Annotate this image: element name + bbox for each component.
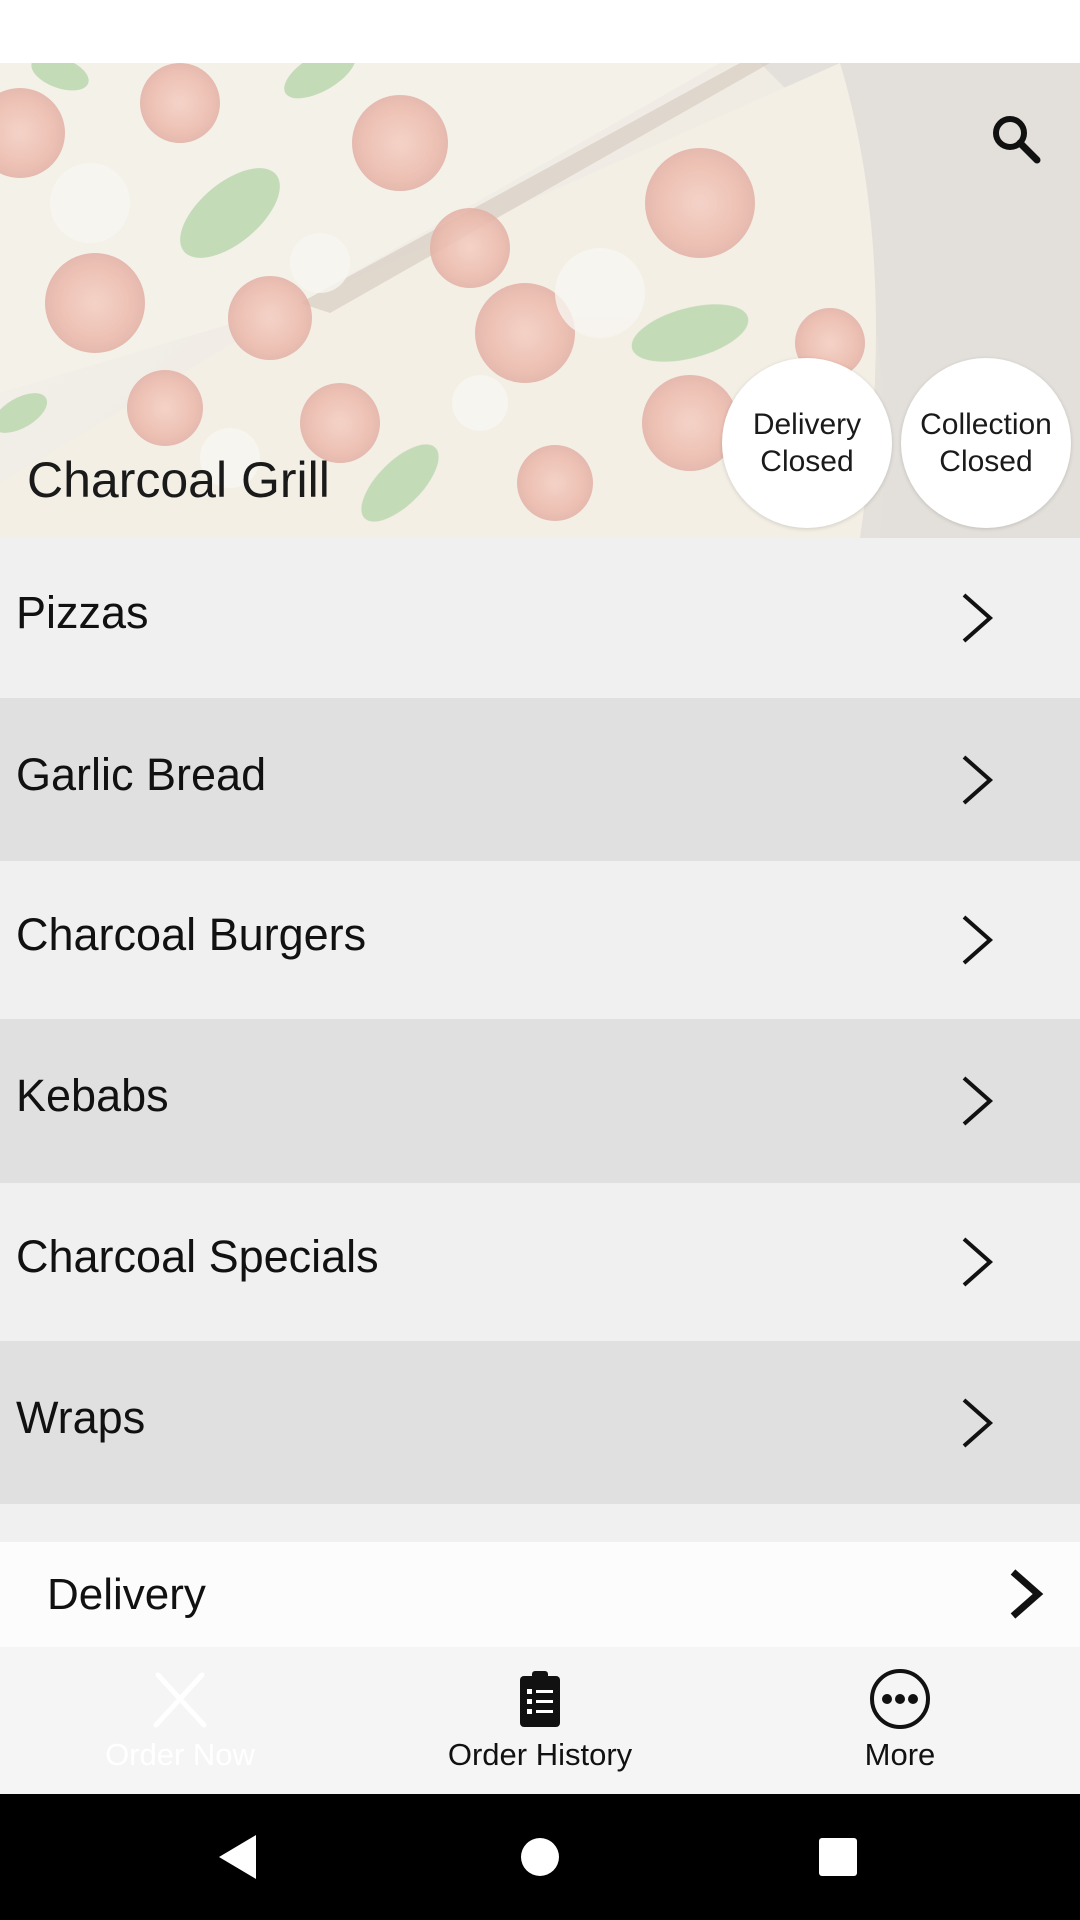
nav-home-button[interactable] [512,1829,568,1885]
search-icon [993,116,1041,164]
menu-item-label: Garlic Bread [16,748,267,800]
restaurant-name: Charcoal Grill [27,452,330,508]
system-navigation-bar [0,1794,1080,1920]
tab-label: Order History [447,1737,633,1772]
menu-item-kebabs[interactable]: Kebabs [0,1019,1080,1183]
bottom-tab-bar: Order Now Order History More [0,1647,1080,1794]
tab-order-now[interactable]: Order Now [0,1647,360,1794]
search-button[interactable] [980,103,1052,175]
delivery-status-title: Delivery [752,408,862,441]
collection-status-value: Closed [939,445,1033,478]
chevron-right-icon [1010,1569,1044,1619]
home-circle-icon [521,1838,559,1876]
menu-item-label: Wraps [16,1391,146,1443]
nav-recents-button[interactable] [810,1829,866,1885]
collection-status-badge: Collection Closed [901,358,1071,528]
menu-item-wraps[interactable]: Wraps [0,1341,1080,1504]
nav-back-button[interactable] [210,1829,266,1885]
delivery-status-value: Closed [760,445,854,478]
menu-item-label: Kebabs [16,1070,169,1121]
more-horizontal-icon [870,1669,930,1729]
delivery-mode-label: Delivery [47,1569,206,1619]
status-bar [0,0,1080,63]
menu-item-charcoal-specials[interactable]: Charcoal Specials [0,1183,1080,1341]
delivery-status-badge: Delivery Closed [722,358,892,528]
chevron-right-icon [962,1398,994,1447]
tab-more[interactable]: More [720,1647,1080,1794]
chevron-right-icon [962,755,994,804]
delivery-mode-bar[interactable]: Delivery [0,1542,1080,1647]
menu-item-garlic-bread[interactable]: Garlic Bread [0,698,1080,861]
cutlery-icon [153,1672,207,1728]
hero-banner: Charcoal Grill Delivery Closed Collectio… [0,63,1080,538]
back-triangle-icon [219,1835,256,1879]
clipboard-list-icon [520,1671,560,1727]
recents-square-icon [819,1838,857,1876]
chevron-right-icon [962,915,994,965]
list-spacer [0,1504,1080,1542]
chevron-right-icon [962,1237,994,1287]
menu-item-pizzas[interactable]: Pizzas [0,538,1080,698]
menu-category-list: Pizzas Garlic Bread Charcoal Burgers Keb… [0,538,1080,1504]
menu-item-label: Charcoal Burgers [16,909,367,960]
menu-item-label: Pizzas [16,587,149,638]
collection-status-title: Collection [920,408,1052,441]
menu-item-label: Charcoal Specials [16,1231,379,1282]
tab-label: More [864,1737,936,1772]
tab-order-history[interactable]: Order History [360,1647,720,1794]
tab-label: Order Now [105,1737,255,1772]
menu-item-charcoal-burgers[interactable]: Charcoal Burgers [0,861,1080,1019]
chevron-right-icon [962,1076,994,1126]
chevron-right-icon [962,593,994,643]
